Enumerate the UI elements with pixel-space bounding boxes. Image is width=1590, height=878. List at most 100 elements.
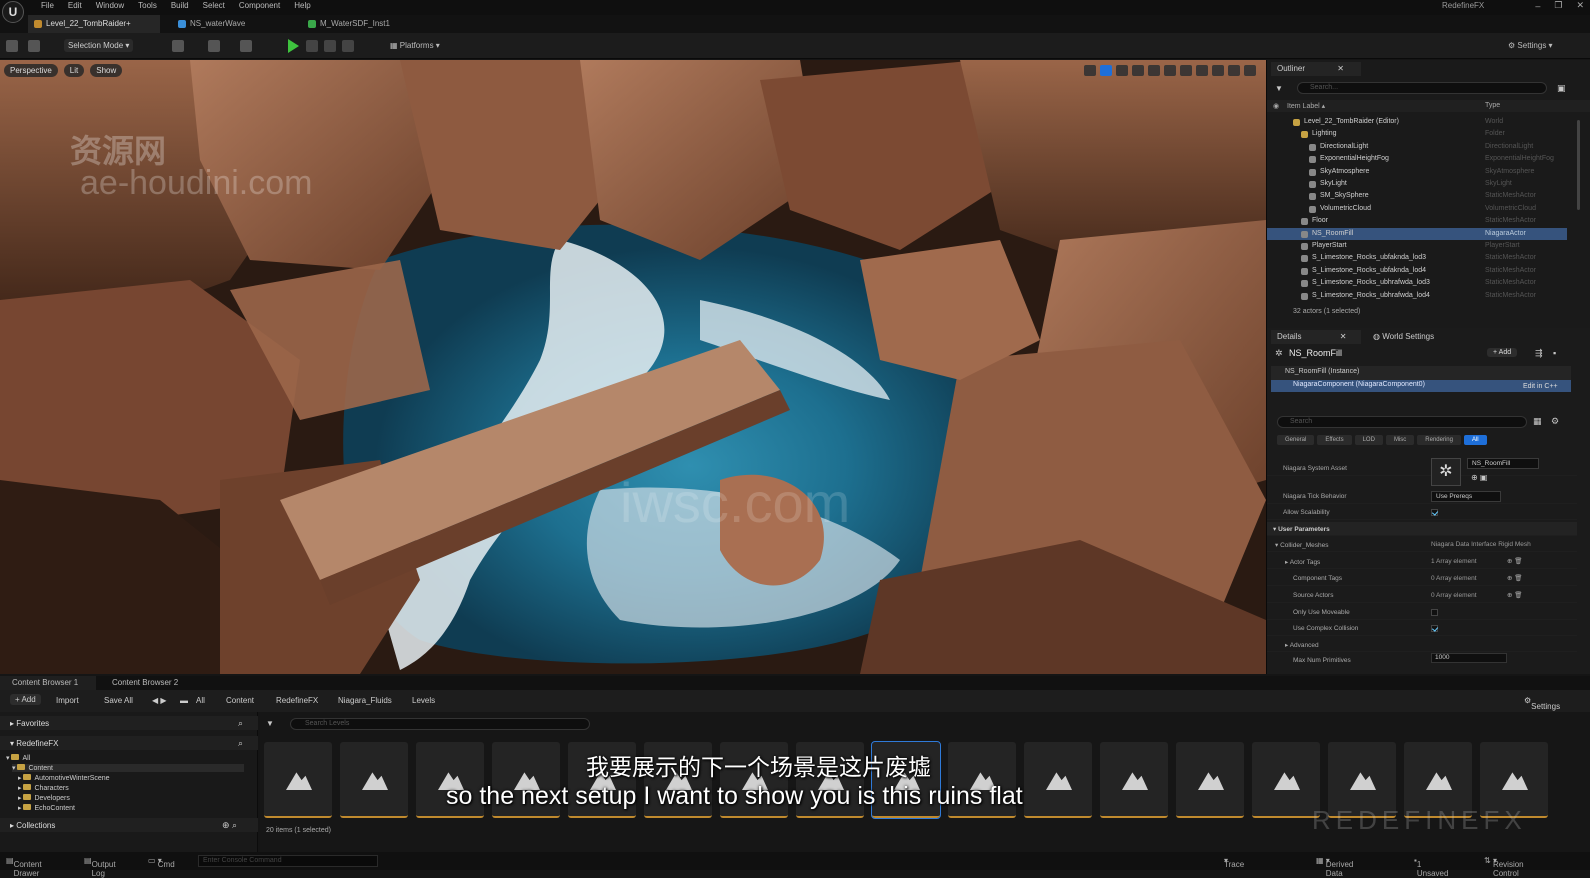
filter-general[interactable]: General — [1277, 435, 1315, 445]
tick-behavior-dropdown[interactable]: Use Prereqs — [1431, 491, 1501, 502]
tab-content-browser-1[interactable]: Content Browser 1 — [0, 676, 96, 690]
menu-build[interactable]: Build — [164, 1, 196, 10]
maximize-icon[interactable]: ❐ — [1554, 0, 1562, 11]
details-search-input[interactable]: Search — [1277, 416, 1527, 428]
breadcrumb-content[interactable]: Content — [226, 696, 254, 705]
grid-icon[interactable]: ▦ — [1533, 416, 1542, 427]
tree-content[interactable]: ▾ Content — [12, 764, 244, 772]
eject-icon[interactable] — [342, 40, 354, 52]
angle-snap-icon[interactable] — [1196, 65, 1208, 76]
use-complex-checkbox[interactable] — [1431, 625, 1438, 632]
lit-button[interactable]: Lit — [63, 64, 85, 77]
filter-icon[interactable]: ▼ — [1275, 84, 1283, 93]
breadcrumb-levels[interactable]: Levels — [412, 696, 435, 705]
unreal-logo-icon[interactable]: U — [2, 1, 24, 23]
niagara-asset-thumbnail[interactable]: ✲ — [1431, 458, 1461, 486]
trace-button[interactable]: Trace ▾ — [1224, 856, 1244, 869]
only-moveable-checkbox[interactable] — [1431, 609, 1438, 616]
niagara-asset-picker[interactable]: NS_RoomFill — [1467, 458, 1539, 469]
close-icon[interactable]: ✕ — [1340, 332, 1347, 341]
perspective-button[interactable]: Perspective — [4, 64, 58, 77]
menu-window[interactable]: Window — [89, 1, 131, 10]
browse-icon[interactable] — [28, 40, 40, 52]
menu-help[interactable]: Help — [287, 1, 317, 10]
browse-icon[interactable]: ⊕ ▣ — [1471, 473, 1487, 482]
outliner-row[interactable]: Level_22_TombRaider (Editor) World — [1267, 116, 1567, 128]
derived-data-button[interactable]: ▦ Derived Data ▾ — [1316, 856, 1353, 878]
settings-button[interactable]: ⚙ Settings ▾ — [1508, 41, 1553, 50]
blueprint-icon[interactable]: ⇶ — [1535, 348, 1543, 359]
level-asset-tile[interactable] — [264, 742, 332, 818]
outliner-row[interactable]: S_Limestone_Rocks_ubfaknda_lod3 StaticMes… — [1267, 252, 1567, 264]
filter-effects[interactable]: Effects — [1317, 435, 1352, 445]
play-icon[interactable] — [288, 39, 299, 53]
grid-snap-icon[interactable] — [1180, 65, 1192, 76]
scale-snap-icon[interactable] — [1212, 65, 1224, 76]
tab-level[interactable]: Level_22_TombRaider+ — [28, 15, 160, 33]
world-settings-tab[interactable]: ◍ World Settings — [1367, 330, 1467, 344]
selection-mode-dropdown[interactable]: Selection Mode ▾ — [64, 39, 134, 52]
tab-content-browser-2[interactable]: Content Browser 2 — [100, 676, 196, 690]
outliner-scrollbar[interactable] — [1577, 120, 1580, 210]
tree-developers[interactable]: ▸ Developers — [18, 794, 70, 802]
visibility-icon[interactable]: ◉ — [1273, 102, 1279, 110]
tab-niagara-system[interactable]: NS_waterWave — [172, 15, 292, 33]
project-header[interactable]: ▾ RedefineFX — [0, 736, 258, 750]
breadcrumb-all[interactable]: All — [196, 696, 205, 705]
outliner-row[interactable]: PlayerStart PlayerStart — [1267, 240, 1567, 252]
filter-lod[interactable]: LOD — [1354, 435, 1383, 445]
minimize-icon[interactable]: – — [1535, 1, 1540, 11]
cmd-dropdown[interactable]: ▭ Cmd ▾ — [148, 856, 175, 869]
outliner-row[interactable]: S_Limestone_Rocks_ubhrafwda_lod4 StaticMe… — [1267, 290, 1567, 302]
search-icon[interactable]: ⌕ — [238, 718, 243, 729]
console-input[interactable]: Enter Console Command — [198, 855, 378, 867]
show-button[interactable]: Show — [90, 64, 123, 77]
level-asset-tile[interactable] — [1024, 742, 1092, 818]
edit-cpp-link[interactable]: Edit in C++ — [1523, 383, 1558, 390]
breadcrumb-niagara-fluids[interactable]: Niagara_Fluids — [338, 696, 392, 705]
instance-row[interactable]: NS_RoomFill (Instance) — [1271, 366, 1571, 380]
level-asset-tile[interactable] — [1176, 742, 1244, 818]
close-icon[interactable]: ✕ — [1576, 0, 1584, 11]
level-asset-tile[interactable] — [340, 742, 408, 818]
breadcrumb-redefinefx[interactable]: RedefineFX — [276, 696, 318, 705]
outliner-search-input[interactable]: Search... — [1297, 82, 1547, 94]
outliner-row[interactable]: S_Limestone_Rocks_ubhrafwda_lod3 StaticMe… — [1267, 277, 1567, 289]
outliner-row[interactable]: SkyLight SkyLight — [1267, 178, 1567, 190]
details-tab[interactable]: Details ✕ — [1271, 330, 1361, 344]
menu-tools[interactable]: Tools — [131, 1, 164, 10]
stop-icon[interactable] — [324, 40, 336, 52]
outliner-row[interactable]: DirectionalLight DirectionalLight — [1267, 141, 1567, 153]
cinematics-icon[interactable] — [240, 40, 252, 52]
revision-control-button[interactable]: ⇅ Revision Control ▾ — [1484, 856, 1524, 878]
collections-header[interactable]: ▸ Collections — [0, 818, 258, 832]
menu-component[interactable]: Component — [232, 1, 287, 10]
step-icon[interactable] — [306, 40, 318, 52]
add-element-icon[interactable]: ⊕ 🗑 — [1507, 591, 1523, 599]
search-icon[interactable]: ⌕ — [238, 738, 243, 749]
prop-advanced[interactable]: ▸ Advanced — [1267, 638, 1577, 652]
platforms-dropdown[interactable]: ▦ Platforms ▾ — [390, 41, 440, 50]
output-log-button[interactable]: ▤ Output Log — [84, 856, 116, 878]
world-space-icon[interactable] — [1148, 65, 1160, 76]
add-collection-icon[interactable]: ⊕ ⌕ — [222, 820, 237, 831]
filter-icon[interactable]: ▼ — [266, 719, 274, 728]
select-tool-icon[interactable] — [1084, 65, 1096, 76]
outliner-row[interactable]: Lighting Folder — [1267, 128, 1567, 140]
import-button[interactable]: Import — [56, 696, 79, 705]
outliner-row[interactable]: VolumetricCloud VolumetricCloud — [1267, 203, 1567, 215]
save-icon[interactable] — [6, 40, 18, 52]
menu-select[interactable]: Select — [196, 1, 232, 10]
outliner-row[interactable]: SkyAtmosphere SkyAtmosphere — [1267, 166, 1567, 178]
close-icon[interactable]: ✕ — [1337, 64, 1344, 73]
add-folder-icon[interactable]: ▣ — [1557, 83, 1566, 94]
level-asset-tile[interactable] — [1100, 742, 1168, 818]
column-item-label[interactable]: Item Label ▴ — [1287, 102, 1325, 110]
blueprint-icon[interactable] — [208, 40, 220, 52]
tree-echocontent[interactable]: ▸ EchoContent — [18, 804, 75, 812]
filter-rendering[interactable]: Rendering — [1417, 435, 1461, 445]
filter-misc[interactable]: Misc — [1385, 435, 1415, 445]
surface-snap-icon[interactable] — [1164, 65, 1176, 76]
add-element-icon[interactable]: ⊕ 🗑 — [1507, 574, 1523, 582]
settings-icon[interactable]: ⚙ — [1551, 416, 1559, 427]
